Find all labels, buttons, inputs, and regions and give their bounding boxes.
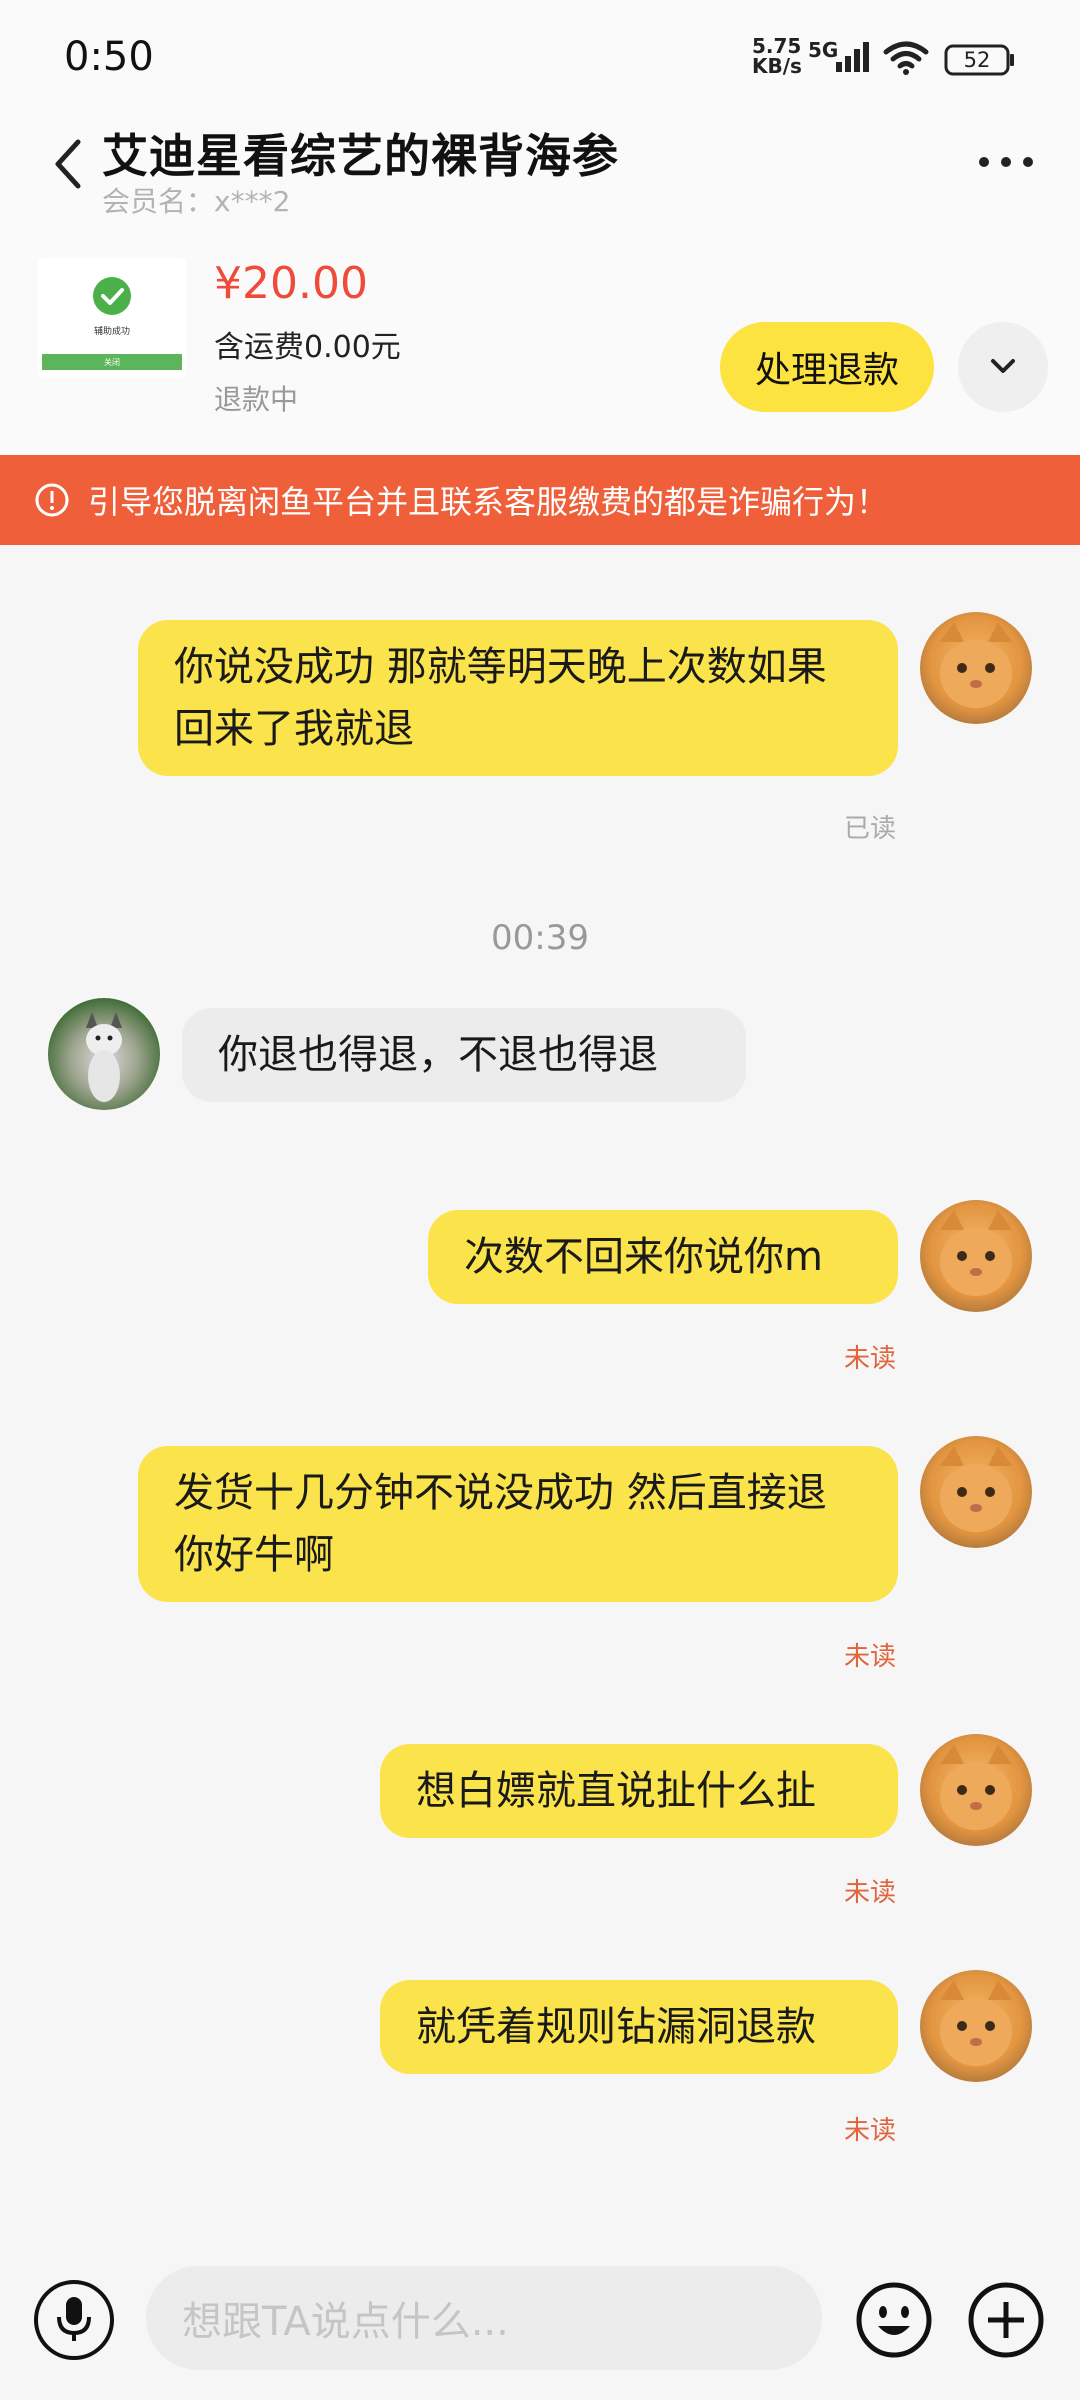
- fraud-warning-banner: 引导您脱离闲鱼平台并且联系客服缴费的都是诈骗行为！: [0, 455, 1080, 545]
- wifi-icon: [883, 41, 929, 75]
- chat-timestamp: 00:39: [491, 918, 589, 958]
- contact-avatar[interactable]: [48, 998, 160, 1110]
- net-speed-unit: KB/s: [752, 54, 802, 78]
- back-icon[interactable]: [48, 136, 88, 192]
- read-status: 未读: [843, 2116, 896, 2146]
- thumbnail-bar-text: 关闭: [104, 358, 120, 367]
- message-text: 就凭着规则钻漏洞退款: [416, 2004, 816, 2050]
- refund-status: 退款中: [214, 383, 299, 416]
- chat-title: 艾迪星看综艺的裸背海参: [102, 129, 619, 183]
- battery-level: 52: [963, 48, 991, 72]
- my-avatar[interactable]: [920, 1734, 1032, 1846]
- mic-icon: [57, 2297, 91, 2341]
- read-status: 未读: [843, 1344, 896, 1374]
- my-avatar[interactable]: [920, 612, 1032, 724]
- member-name: 会员名：x***2: [102, 185, 291, 218]
- status-time: 0:50: [64, 34, 154, 80]
- dog-avatar-image: [86, 1012, 122, 1102]
- top-section: 0:50 5.75 KB/s 5G 52 艾迪星看综艺的裸背海参 会员名：x**…: [0, 0, 1080, 455]
- cat-avatar-image: [940, 622, 1012, 708]
- battery-icon: 52: [944, 44, 1016, 76]
- read-status: 已读: [843, 814, 896, 844]
- read-status: 未读: [843, 1878, 896, 1908]
- net-speed-value: 5.75: [752, 34, 802, 58]
- cat-avatar-image: [940, 1980, 1012, 2066]
- message-text: 你说没成功 那就等明天晚上次数如果回来了我就退: [174, 644, 827, 752]
- my-avatar[interactable]: [920, 1436, 1032, 1548]
- chevron-down-icon: [991, 359, 1015, 373]
- plus-icon[interactable]: [966, 2280, 1046, 2360]
- message-text: 想白嫖就直说扯什么扯: [416, 1768, 816, 1814]
- status-bar: 0:50 5.75 KB/s 5G 52: [0, 0, 1080, 110]
- network-type: 5G: [808, 38, 839, 62]
- message-bubble-sent[interactable]: 你说没成功 那就等明天晚上次数如果回来了我就退: [138, 620, 898, 776]
- message-text: 发货十几分钟不说没成功 然后直接退你好牛啊: [174, 1470, 827, 1578]
- expand-button[interactable]: [958, 322, 1048, 412]
- warning-text: 引导您脱离闲鱼平台并且联系客服缴费的都是诈骗行为！: [88, 483, 889, 521]
- message-text: 次数不回来你说你m: [464, 1234, 823, 1280]
- cat-avatar-image: [940, 1210, 1012, 1296]
- my-avatar[interactable]: [920, 1200, 1032, 1312]
- process-refund-button[interactable]: 处理退款: [720, 322, 934, 412]
- read-status: 未读: [843, 1642, 896, 1672]
- product-thumbnail[interactable]: 辅助成功 关闭: [38, 258, 186, 378]
- my-avatar[interactable]: [920, 1970, 1032, 2082]
- message-bubble-received[interactable]: 你退也得退，不退也得退: [182, 1008, 746, 1102]
- emoji-icon[interactable]: [854, 2280, 934, 2360]
- message-bubble-sent[interactable]: 次数不回来你说你m: [428, 1210, 898, 1304]
- thumbnail-text: 辅助成功: [93, 327, 130, 337]
- message-text: 你退也得退，不退也得退: [218, 1032, 658, 1078]
- more-icon[interactable]: [976, 150, 1036, 174]
- cat-avatar-image: [940, 1744, 1012, 1830]
- signal-icon: [836, 42, 869, 72]
- shipping-fee: 含运费0.00元: [214, 330, 401, 365]
- warning-icon: [35, 483, 69, 517]
- message-bubble-sent[interactable]: 发货十几分钟不说没成功 然后直接退你好牛啊: [138, 1446, 898, 1602]
- input-bar: 想跟TA说点什么...: [0, 2230, 1080, 2400]
- message-input[interactable]: 想跟TA说点什么...: [146, 2266, 822, 2370]
- voice-button[interactable]: [34, 2280, 114, 2360]
- message-bubble-sent[interactable]: 就凭着规则钻漏洞退款: [380, 1980, 898, 2074]
- net-speed: 5.75 KB/s: [752, 36, 802, 76]
- order-price: ¥20.00: [214, 258, 368, 309]
- cat-avatar-image: [940, 1446, 1012, 1532]
- message-bubble-sent[interactable]: 想白嫖就直说扯什么扯: [380, 1744, 898, 1838]
